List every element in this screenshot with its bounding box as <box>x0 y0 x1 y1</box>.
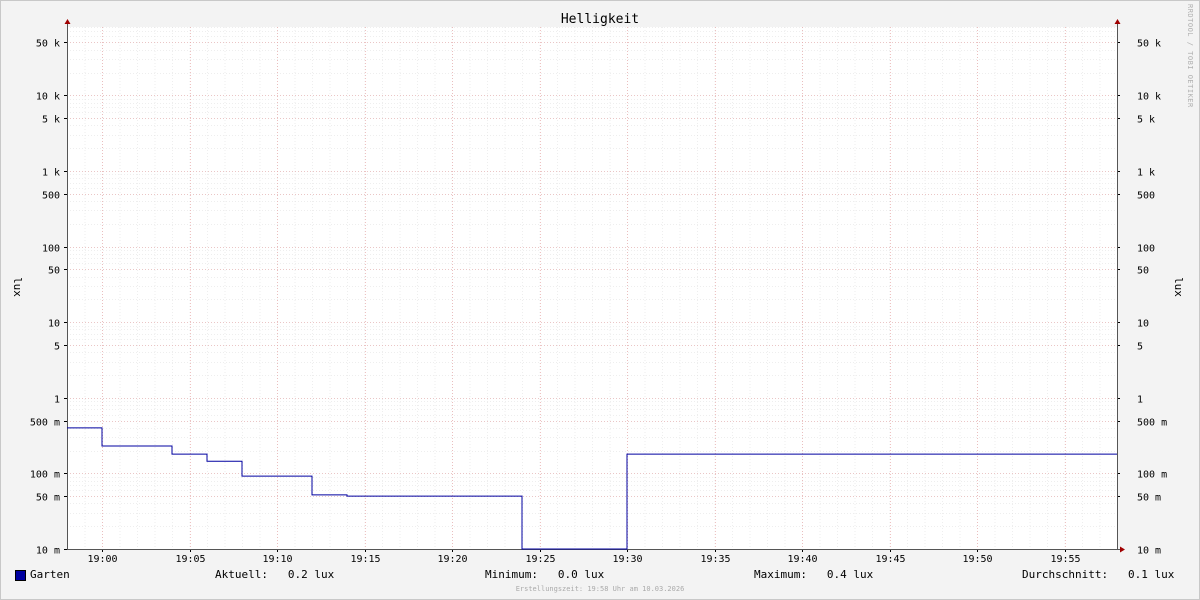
x-tick-label: 19:40 <box>787 554 817 565</box>
y-tick-label-left: 50 k <box>36 39 60 50</box>
y-tick-label-right: 500 <box>1137 191 1155 202</box>
y-axis-label-right: lux <box>1172 277 1185 297</box>
y-tick-label-right: 100 m <box>1137 470 1167 481</box>
x-tick-label: 19:15 <box>350 554 380 565</box>
y-tick-label-right: 100 <box>1137 244 1155 255</box>
y-tick-label-right: 50 k <box>1137 39 1161 50</box>
x-tick-label: 19:25 <box>525 554 555 565</box>
x-tick-label: 19:45 <box>875 554 905 565</box>
x-tick-label: 19:30 <box>612 554 642 565</box>
legend-series-name: Garten <box>30 568 70 581</box>
y-tick-label-left: 10 k <box>36 92 60 103</box>
plot-background <box>67 27 1117 549</box>
brightness-chart: 50 k 50 k 10 k 10 k 5 k 5 k 1 k 1 k 500 500 100 100… <box>11 12 1185 565</box>
rrdtool-credit: RRDTOOL / TOBI OETIKER <box>1186 4 1194 108</box>
legend-swatch-garten <box>15 570 26 581</box>
legend-current: Aktuell: 0.2 lux <box>215 568 335 581</box>
y-tick-label-left: 5 k <box>42 115 60 126</box>
y-tick-label-right: 10 k <box>1137 92 1161 103</box>
chart-title: Helligkeit <box>561 12 639 27</box>
x-tick-label: 19:55 <box>1050 554 1080 565</box>
y-tick-label-left: 100 <box>42 244 60 255</box>
x-tick-label: 19:05 <box>175 554 205 565</box>
legend-maximum: Maximum: 0.4 lux <box>754 568 874 581</box>
y-axis-label-left: lux <box>11 277 24 297</box>
y-axis-arrow-right <box>1114 19 1121 24</box>
y-tick-label-left: 5 <box>54 342 60 353</box>
y-tick-label-left: 500 m <box>30 418 60 429</box>
y-tick-label-left: 10 m <box>36 546 60 557</box>
x-tick-label: 19:35 <box>700 554 730 565</box>
x-axis-arrow <box>1120 546 1125 553</box>
y-tick-label-right: 5 k <box>1137 115 1155 126</box>
y-tick-label-right: 50 <box>1137 266 1149 277</box>
x-tick-label: 19:00 <box>87 554 117 565</box>
y-axis-arrow-left <box>64 19 71 24</box>
creation-timestamp: Erstellungszeit: 19:58 Uhr am 10.03.2026 <box>515 585 685 593</box>
y-tick-label-left: 500 <box>42 191 60 202</box>
x-tick-label: 19:50 <box>962 554 992 565</box>
y-tick-label-right: 10 m <box>1137 546 1161 557</box>
y-tick-label-left: 10 <box>48 319 60 330</box>
y-tick-label-right: 500 m <box>1137 418 1167 429</box>
x-tick-label: 19:20 <box>437 554 467 565</box>
y-tick-label-left: 50 <box>48 266 60 277</box>
y-tick-label-left: 1 <box>54 395 60 406</box>
y-tick-label-right: 50 m <box>1137 493 1161 504</box>
legend-average: Durchschnitt: 0.1 lux <box>1022 568 1175 581</box>
y-tick-label-right: 10 <box>1137 319 1149 330</box>
chart-grid <box>67 27 1118 550</box>
legend-minimum: Minimum: 0.0 lux <box>485 568 605 581</box>
y-tick-label-left: 50 m <box>36 493 60 504</box>
y-tick-label-right: 1 <box>1137 395 1143 406</box>
x-tick-label: 19:10 <box>262 554 292 565</box>
y-tick-label-right: 5 <box>1137 342 1143 353</box>
y-tick-label-left: 100 m <box>30 470 60 481</box>
y-tick-label-left: 1 k <box>42 168 60 179</box>
y-tick-label-right: 1 k <box>1137 168 1155 179</box>
